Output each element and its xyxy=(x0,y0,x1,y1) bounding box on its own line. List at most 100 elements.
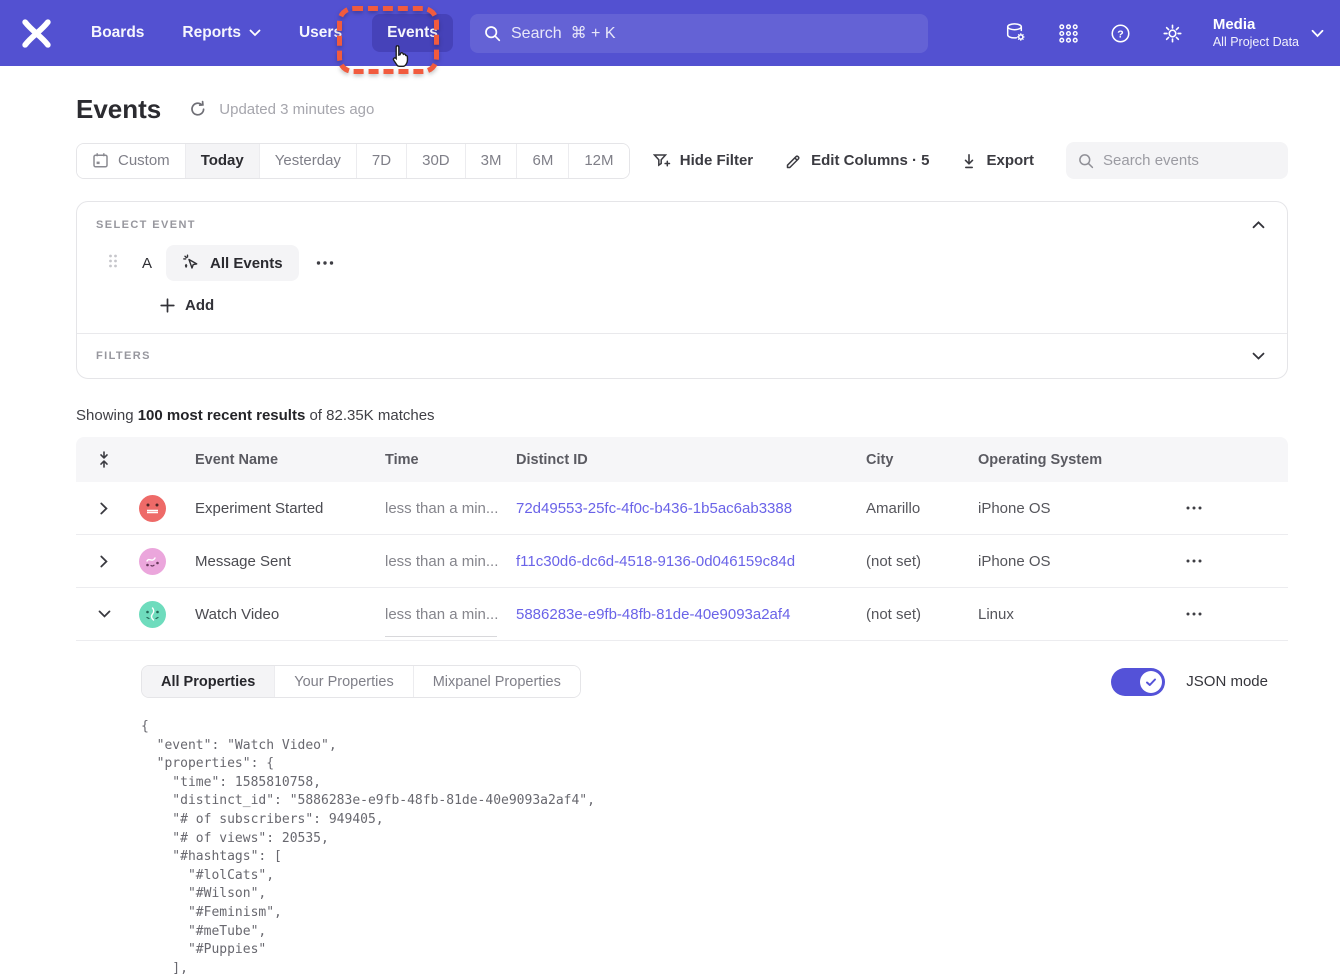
date-option-today[interactable]: Today xyxy=(185,144,259,178)
city-cell: Amarillo xyxy=(866,500,978,517)
row-actions-button[interactable] xyxy=(1186,559,1202,563)
table-row[interactable]: Message Sent less than a min... f11c30d6… xyxy=(76,535,1288,588)
navbar-right-cluster: ? Media All Project Data xyxy=(1004,0,1340,66)
search-events-input[interactable] xyxy=(1103,152,1276,169)
city-cell: (not set) xyxy=(866,606,978,623)
events-table: Event Name Time Distinct ID City Operati… xyxy=(76,437,1288,974)
nav-item-events[interactable]: Events xyxy=(372,14,453,52)
json-mode-toggle[interactable] xyxy=(1111,668,1165,696)
calendar-icon xyxy=(92,152,109,169)
search-icon xyxy=(1078,153,1094,169)
gear-icon[interactable] xyxy=(1161,22,1184,45)
primary-nav: Boards Reports Users Events xyxy=(53,14,453,52)
mixpanel-logo[interactable] xyxy=(20,17,53,50)
tab-all-properties[interactable]: All Properties xyxy=(142,666,274,697)
results-suffix: of 82.35K matches xyxy=(305,407,434,424)
column-header-distinct-id[interactable]: Distinct ID xyxy=(516,452,866,468)
table-header: Event Name Time Distinct ID City Operati… xyxy=(76,437,1288,482)
column-header-city[interactable]: City xyxy=(866,452,978,468)
nav-item-users[interactable]: Users xyxy=(299,24,342,42)
row-actions-button[interactable] xyxy=(1186,612,1202,616)
help-icon[interactable]: ? xyxy=(1109,22,1132,45)
chevron-right-icon xyxy=(100,502,108,515)
main-content: Events Updated 3 minutes ago Custom Toda… xyxy=(0,66,1340,974)
drag-handle-icon[interactable] xyxy=(107,253,119,274)
expand-section-button[interactable] xyxy=(1252,348,1265,363)
distinct-id-link[interactable]: 72d49553-25fc-4f0c-b436-1b5ac6ab3388 xyxy=(516,500,866,517)
chevron-down-icon xyxy=(1311,29,1324,38)
event-name-cell: Message Sent xyxy=(195,553,385,570)
magic-cursor-icon xyxy=(182,254,201,273)
hide-filter-button[interactable]: Hide Filter xyxy=(653,152,753,169)
event-selector-pill[interactable]: All Events xyxy=(166,245,299,281)
row-collapse-button[interactable] xyxy=(92,610,116,618)
refresh-icon xyxy=(189,100,207,118)
clause-options-button[interactable] xyxy=(316,261,334,265)
chevron-down-icon xyxy=(249,29,261,37)
apps-grid-icon[interactable] xyxy=(1057,22,1080,45)
global-search[interactable] xyxy=(470,14,928,53)
add-button-label: Add xyxy=(185,297,214,314)
refresh-button[interactable] xyxy=(189,100,207,118)
project-switcher[interactable]: Media All Project Data xyxy=(1213,15,1324,51)
check-icon xyxy=(1145,676,1157,688)
event-name-cell: Watch Video xyxy=(195,606,385,623)
edit-columns-label: Edit Columns · 5 xyxy=(811,152,929,169)
filters-section[interactable]: FILTERS xyxy=(77,334,1287,378)
add-event-button[interactable]: Add xyxy=(160,297,214,314)
data-management-icon[interactable] xyxy=(1004,21,1028,45)
global-search-input[interactable] xyxy=(511,25,914,43)
column-header-os[interactable]: Operating System xyxy=(978,452,1186,468)
distinct-id-link[interactable]: f11c30d6-dc6d-4518-9136-0d046159c84d xyxy=(516,553,866,570)
distinct-id-link[interactable]: 5886283e-e9fb-48fb-81de-40e9093a2af4 xyxy=(516,606,866,623)
time-cell: less than a min... xyxy=(385,553,516,570)
row-expand-button[interactable] xyxy=(92,502,116,515)
time-cell: less than a min... xyxy=(385,500,516,517)
date-option-6m[interactable]: 6M xyxy=(516,144,568,178)
filters-label: FILTERS xyxy=(96,350,151,362)
date-option-30d[interactable]: 30D xyxy=(406,144,465,178)
collapse-section-button[interactable] xyxy=(1252,217,1265,232)
time-cell: less than a min... xyxy=(385,606,516,623)
expand-all-icon[interactable] xyxy=(92,451,116,468)
edit-columns-button[interactable]: Edit Columns · 5 xyxy=(785,152,929,169)
toggle-knob xyxy=(1140,671,1162,693)
os-cell: Linux xyxy=(978,606,1186,623)
date-option-3m[interactable]: 3M xyxy=(465,144,517,178)
table-row[interactable]: Experiment Started less than a min... 72… xyxy=(76,482,1288,535)
results-prefix: Showing xyxy=(76,407,138,424)
search-icon xyxy=(484,25,501,42)
time-cell-underline xyxy=(385,636,497,637)
pencil-icon xyxy=(785,152,802,169)
os-cell: iPhone OS xyxy=(978,500,1186,517)
row-actions-button[interactable] xyxy=(1186,506,1202,510)
date-option-custom[interactable]: Custom xyxy=(77,144,185,178)
event-json-viewer[interactable]: { "event": "Watch Video", "properties": … xyxy=(141,718,1288,974)
column-header-time[interactable]: Time xyxy=(385,452,516,468)
export-label: Export xyxy=(986,152,1034,169)
tab-mixpanel-properties[interactable]: Mixpanel Properties xyxy=(413,666,580,697)
page-header: Events Updated 3 minutes ago xyxy=(76,92,1288,126)
date-option-yesterday[interactable]: Yesterday xyxy=(259,144,356,178)
funnel-plus-icon xyxy=(653,153,671,169)
ellipsis-icon xyxy=(1186,506,1202,510)
export-button[interactable]: Export xyxy=(961,152,1034,169)
date-option-12m[interactable]: 12M xyxy=(568,144,628,178)
date-option-7d[interactable]: 7D xyxy=(356,144,406,178)
row-expand-button[interactable] xyxy=(92,555,116,568)
event-clause-row: A All Events xyxy=(107,245,1287,281)
select-event-label: SELECT EVENT xyxy=(96,219,196,231)
nav-item-boards[interactable]: Boards xyxy=(91,24,144,42)
event-avatar xyxy=(139,548,166,575)
table-row-expanded[interactable]: Watch Video less than a min... 5886283e-… xyxy=(76,588,1288,641)
event-pill-label: All Events xyxy=(210,255,283,272)
column-header-event-name[interactable]: Event Name xyxy=(195,452,385,468)
nav-item-reports[interactable]: Reports xyxy=(182,24,261,42)
search-events-box[interactable] xyxy=(1066,142,1288,179)
city-cell: (not set) xyxy=(866,553,978,570)
ellipsis-icon xyxy=(1186,559,1202,563)
page-title: Events xyxy=(76,94,161,125)
tab-your-properties[interactable]: Your Properties xyxy=(274,666,412,697)
expanded-row-detail: All Properties Your Properties Mixpanel … xyxy=(76,665,1288,974)
os-cell: iPhone OS xyxy=(978,553,1186,570)
